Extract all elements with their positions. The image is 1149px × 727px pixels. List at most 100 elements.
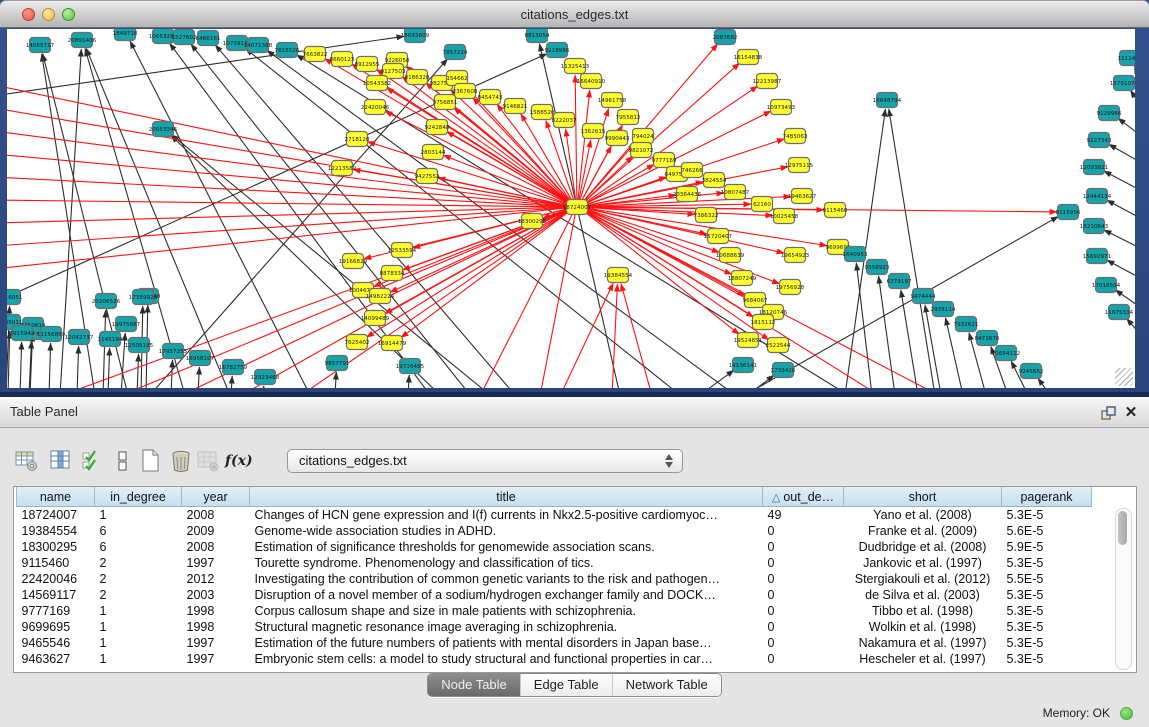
row-height-icon[interactable] [110, 448, 136, 474]
table-cell[interactable]: 0 [763, 619, 844, 635]
graph-node[interactable]: 16782759 [219, 360, 248, 375]
table-cell[interactable]: Genome-wide association studies in ADHD. [250, 523, 763, 539]
graph-node[interactable]: 12213589 [328, 161, 357, 176]
table-cell[interactable]: 22420046 [17, 571, 95, 587]
graph-node[interactable]: 11156869 [37, 327, 66, 342]
minimize-window-button[interactable] [42, 8, 55, 21]
column-header-short[interactable]: short [844, 487, 1002, 507]
table-cell[interactable]: Wolkin et al. (1998) [844, 619, 1002, 635]
table-cell[interactable]: Nakamura et al. (1997) [844, 635, 1002, 651]
table-cell[interactable]: Estimation of significance thresholds fo… [250, 539, 763, 555]
table-cell[interactable]: Franke et al. (2009) [844, 523, 1002, 539]
table-cell[interactable]: 1998 [182, 619, 250, 635]
graph-node[interactable]: 14055717 [26, 38, 55, 53]
graph-node[interactable]: 2718120 [345, 132, 370, 147]
graph-node[interactable]: 6466161 [196, 31, 221, 46]
column-header-in_degree[interactable]: in_degree [95, 487, 182, 507]
import-table-icon[interactable] [195, 448, 221, 474]
graph-node[interactable]: 18300295 [518, 214, 547, 229]
graph-node[interactable]: 1588520 [530, 105, 555, 120]
table-cell[interactable]: 5.3E-5 [1002, 603, 1092, 619]
table-row[interactable]: 1872400712008Changes of HCN gene express… [17, 507, 1092, 524]
table-cell[interactable]: de Silva et al. (2003) [844, 587, 1002, 603]
graph-node[interactable]: 12213987 [753, 74, 782, 89]
resize-grip-icon[interactable] [1115, 368, 1133, 386]
table-cell[interactable]: 6 [95, 523, 182, 539]
table-row[interactable]: 911546021997Tourette syndrome. Phenomeno… [17, 555, 1092, 571]
table-cell[interactable]: 5.9E-5 [1002, 539, 1092, 555]
close-window-button[interactable] [22, 8, 35, 21]
table-cell[interactable]: 2009 [182, 523, 250, 539]
graph-node[interactable]: 10025458 [770, 209, 799, 224]
graph-node[interactable]: 8660123 [330, 52, 355, 67]
graph-node[interactable]: 7955812 [616, 110, 641, 125]
column-header-title[interactable]: title [250, 487, 763, 507]
table-cell[interactable]: 0 [763, 651, 844, 667]
graph-node[interactable]: 17016504 [1092, 278, 1121, 293]
graph-node[interactable]: 14136141 [729, 358, 758, 373]
table-cell[interactable]: 2 [95, 555, 182, 571]
graph-node[interactable]: 10973493 [767, 100, 796, 115]
graph-node[interactable]: 8454743 [478, 90, 503, 105]
graph-node[interactable]: 3915942 [10, 326, 35, 341]
column-header-year[interactable]: year [182, 487, 250, 507]
table-cell[interactable]: 49 [763, 507, 844, 524]
close-panel-icon[interactable]: ✕ [1122, 404, 1140, 422]
table-cell[interactable]: Investigating the contribution of common… [250, 571, 763, 587]
graph-node[interactable]: 10543382 [363, 76, 391, 91]
graph-node[interactable]: 19756928 [776, 280, 805, 295]
column-select-icon[interactable] [48, 448, 74, 474]
graph-node[interactable]: 9242848 [425, 120, 450, 135]
graph-node[interactable]: 1815112 [751, 315, 776, 330]
graph-node[interactable]: 18807249 [728, 271, 757, 286]
graph-node[interactable]: 10654112 [992, 346, 1020, 361]
graph-node[interactable]: 7625402 [345, 335, 370, 350]
tab-network-table[interactable]: Network Table [613, 674, 721, 696]
graph-node[interactable]: 746266 [681, 163, 703, 178]
graph-node[interactable]: 7386322 [694, 208, 719, 223]
graph-node[interactable]: 8878334 [380, 266, 405, 281]
graph-node[interactable]: 16958107 [186, 351, 215, 366]
table-row[interactable]: 2242004622012Investigating the contribut… [17, 571, 1092, 587]
graph-node[interactable]: 19384554 [604, 268, 633, 283]
table-cell[interactable]: 2012 [182, 571, 250, 587]
network-graph[interactable]: 1872400711325413166409101496175879558121… [7, 29, 1135, 388]
graph-node[interactable]: 15720407 [704, 229, 733, 244]
table-cell[interactable]: 5.6E-5 [1002, 523, 1092, 539]
table-cell[interactable]: 18724007 [17, 507, 95, 524]
graph-node[interactable]: 22420046 [361, 100, 390, 115]
table-settings-icon[interactable] [14, 448, 40, 474]
graph-node[interactable]: 1527602 [172, 30, 197, 45]
table-row[interactable]: 946362711997Embryonic stem cells: a mode… [17, 651, 1092, 667]
graph-node[interactable]: 19463627 [788, 189, 817, 204]
table-row[interactable]: 1456911722003Disruption of a novel membe… [17, 587, 1092, 603]
table-cell[interactable]: 1997 [182, 651, 250, 667]
table-cell[interactable]: 1997 [182, 635, 250, 651]
graph-node[interactable]: 1362615 [581, 124, 606, 139]
column-header-pagerank[interactable]: pagerank [1002, 487, 1092, 507]
table-select-dropdown[interactable]: citations_edges.txt [287, 449, 683, 473]
graph-node[interactable]: 10688639 [716, 248, 745, 263]
table-cell[interactable]: 0 [763, 571, 844, 587]
table-cell[interactable]: 0 [763, 539, 844, 555]
table-cell[interactable]: Changes of HCN gene expression and I(f) … [250, 507, 763, 524]
graph-node[interactable]: 7663822 [303, 47, 328, 62]
table-cell[interactable]: 0 [763, 555, 844, 571]
graph-node[interactable]: 16914479 [378, 336, 407, 351]
graph-node[interactable]: 8912955 [355, 57, 380, 72]
graph-node[interactable]: 9218986 [545, 43, 570, 58]
graph-node[interactable]: 7857224 [443, 45, 468, 60]
graph-node[interactable]: 6379197 [887, 274, 912, 289]
graph-node[interactable]: 9146821 [503, 99, 528, 114]
table-cell[interactable]: 9465546 [17, 635, 95, 651]
attribute-table[interactable]: namein_degreeyeartitle△out_de…shortpager… [13, 486, 1137, 673]
graph-node[interactable]: 17359928 [129, 290, 158, 305]
table-cell[interactable]: Embryonic stem cells: a model to study s… [250, 651, 763, 667]
table-cell[interactable]: Hescheler et al. (1997) [844, 651, 1002, 667]
graph-node[interactable]: 12444134 [1083, 189, 1112, 204]
table-cell[interactable]: 2008 [182, 539, 250, 555]
graph-node[interactable]: 8115956 [1056, 205, 1081, 220]
column-header-name[interactable]: name [17, 487, 95, 507]
table-cell[interactable]: 2 [95, 587, 182, 603]
table-cell[interactable]: 1 [95, 635, 182, 651]
